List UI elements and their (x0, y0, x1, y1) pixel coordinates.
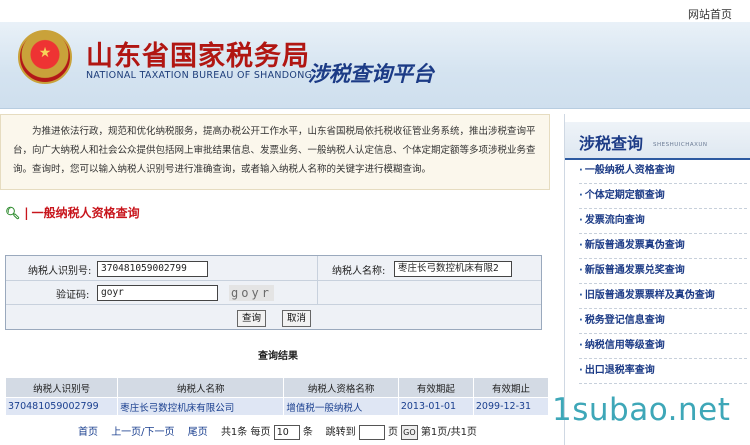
cancel-button[interactable]: 取消 (282, 310, 312, 327)
bullet-icon: · (579, 340, 583, 351)
bullet-icon: · (579, 290, 583, 301)
column-header: 纳税人识别号 (4, 377, 119, 398)
sidebar-item-label: 发票流向查询 (584, 215, 645, 226)
goto-unit: 页 (387, 427, 398, 438)
national-emblem-icon: ★ (18, 30, 72, 84)
bullet-icon: · (579, 240, 583, 251)
table-cell: 增值税一般纳税人 (283, 397, 399, 416)
magnifier-icon: 🔍︎ (5, 206, 21, 220)
prev-next-link[interactable]: 上一页/下一页 (111, 427, 174, 438)
section-bar-icon: | (24, 206, 29, 220)
taxpayer-id-label: 纳税人识别号: (28, 266, 92, 277)
bullet-icon: · (579, 365, 583, 376)
total-count: 共1条 (220, 427, 248, 438)
sidebar-item-new-invoice-authenticity[interactable]: · 新版普通发票真伪查询 (579, 233, 747, 259)
home-link[interactable]: 网站首页 (688, 6, 732, 22)
sidebar-item-general-taxpayer[interactable]: · 一般纳税人资格查询 (579, 158, 747, 184)
site-subtitle: NATIONAL TAXATION BUREAU OF SHANDONG (86, 70, 313, 81)
sidebar-item-invoice-flow[interactable]: · 发票流向查询 (579, 208, 747, 234)
sidebar-item-label: 一般纳税人资格查询 (584, 165, 675, 176)
bullet-icon: · (579, 165, 583, 176)
platform-title: 涉税查询平台 (308, 62, 434, 86)
captcha-label: 验证码: (56, 290, 90, 301)
table-cell: 2099-12-31 (472, 397, 550, 416)
sidebar-item-label: 新版普通发票兑奖查询 (584, 265, 685, 276)
sidebar-item-old-invoice-sample[interactable]: · 旧版普通发票票样及真伪查询 (579, 283, 747, 309)
sidebar-header: 涉税查询 SHESHUICHAXUN (565, 122, 750, 160)
bullet-icon: · (579, 315, 583, 326)
taxpayer-id-input[interactable]: 370481059002799 (97, 261, 208, 277)
sidebar-item-label: 纳税信用等级查询 (584, 340, 665, 351)
bullet-icon: · (579, 190, 583, 201)
table-cell: 370481059002799 (4, 397, 119, 416)
section-title: 🔍︎ | 一般纳税人资格查询 (5, 204, 140, 221)
results-title: 查询结果 (258, 351, 298, 362)
sidebar-item-credit-rating[interactable]: · 纳税信用等级查询 (579, 333, 747, 359)
column-header: 纳税人名称 (117, 377, 285, 398)
per-page-unit: 条 (302, 427, 313, 438)
column-header: 纳税人资格名称 (283, 377, 399, 398)
pagination: 首页 上一页/下一页 尾页 共1条 每页 10 条 跳转到 页 GO 第1页/共… (78, 423, 477, 440)
first-page-link[interactable]: 首页 (78, 427, 98, 438)
sidebar-item-label: 旧版普通发票票样及真伪查询 (584, 290, 715, 301)
header-banner: ★ 山东省国家税务局 NATIONAL TAXATION BUREAU OF S… (0, 22, 750, 109)
watermark: 1subao.net (552, 392, 731, 428)
sidebar-item-label: 个体定期定额查询 (584, 190, 665, 201)
per-page-label: 每页 (250, 427, 271, 438)
table-cell: 2013-01-01 (397, 397, 474, 416)
bullet-icon: · (579, 215, 583, 226)
captcha-image[interactable]: goyr (229, 285, 274, 301)
table-row[interactable]: 370481059002799 枣庄长弓数控机床有限公司 增值税一般纳税人 20… (4, 397, 550, 416)
sidebar-item-new-invoice-prize[interactable]: · 新版普通发票兑奖查询 (579, 258, 747, 284)
column-header: 有效期止 (472, 377, 550, 398)
form-row-id: 纳税人识别号: 370481059002799 纳税人名称: 枣庄长弓数控机床有… (6, 256, 541, 304)
query-button[interactable]: 查询 (237, 310, 267, 327)
bullet-icon: · (579, 265, 583, 276)
sidebar-item-label: 出口退税率查询 (584, 365, 655, 376)
sidebar-item-fixed-quota[interactable]: · 个体定期定额查询 (579, 183, 747, 209)
sidebar-item-tax-registration[interactable]: · 税务登记信息查询 (579, 308, 747, 334)
sidebar-title-pinyin: SHESHUICHAXUN (653, 142, 708, 148)
table-cell: 枣庄长弓数控机床有限公司 (117, 397, 285, 416)
sidebar-item-label: 新版普通发票真伪查询 (584, 240, 685, 251)
last-page-link[interactable]: 尾页 (188, 427, 208, 438)
sidebar-title: 涉税查询 (579, 134, 644, 153)
section-title-label: 一般纳税人资格查询 (31, 206, 140, 220)
sidebar-item-label: 税务登记信息查询 (584, 315, 665, 326)
taxpayer-name-input[interactable]: 枣庄长弓数控机床有限2 (394, 261, 512, 277)
sidebar-item-export-rebate[interactable]: · 出口退税率查询 (579, 358, 747, 384)
results-table: 纳税人识别号 纳税人名称 纳税人资格名称 有效期起 有效期止 370481059… (4, 377, 550, 416)
captcha-input[interactable]: goyr (97, 285, 218, 301)
goto-page-input[interactable] (358, 424, 385, 440)
go-button[interactable]: GO (401, 424, 418, 440)
goto-label: 跳转到 (325, 427, 356, 438)
query-form: 纳税人识别号: 370481059002799 纳税人名称: 枣庄长弓数控机床有… (5, 255, 542, 330)
column-header: 有效期起 (397, 377, 474, 398)
page-info: 第1页/共1页 (420, 427, 477, 438)
site-title: 山东省国家税务局 (86, 41, 310, 72)
taxpayer-name-label: 纳税人名称: (332, 266, 386, 277)
intro-text: 为推进依法行政，规范和优化纳税服务，提高办税公开工作水平，山东省国税局依托税收征… (0, 114, 550, 190)
table-header-row: 纳税人识别号 纳税人名称 纳税人资格名称 有效期起 有效期止 (4, 377, 550, 398)
per-page-input[interactable]: 10 (273, 424, 300, 440)
